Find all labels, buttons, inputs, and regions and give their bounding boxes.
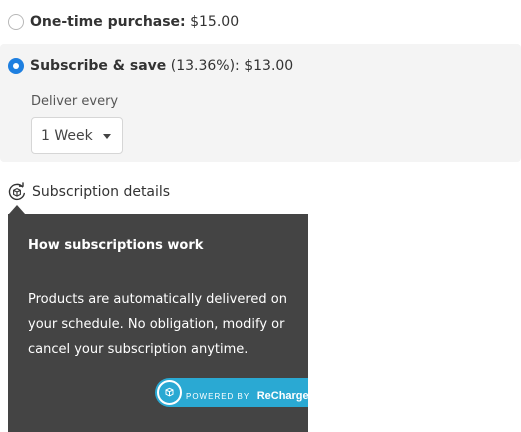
powered-by-text: POWERED BY xyxy=(186,392,251,401)
subscribe-radio[interactable] xyxy=(8,58,24,74)
tooltip-body: Products are automatically delivered on … xyxy=(28,292,287,357)
tooltip-title: How subscriptions work xyxy=(28,238,204,253)
one-time-radio[interactable] xyxy=(8,14,24,30)
delivery-frequency-select[interactable]: 1 Week xyxy=(31,117,123,154)
recharge-logo-icon xyxy=(157,380,182,405)
subscription-details-label: Subscription details xyxy=(32,184,171,200)
chevron-down-icon xyxy=(103,134,111,139)
subscribe-title: Subscribe & save xyxy=(30,58,167,74)
one-time-title: One-time purchase: xyxy=(30,14,186,30)
subscribe-discount: (13.36%): xyxy=(170,58,240,74)
one-time-price: $15.00 xyxy=(190,14,240,30)
subscription-widget: One-time purchase: $15.00 Subscribe & sa… xyxy=(0,0,521,432)
one-time-label[interactable]: One-time purchase: $15.00 xyxy=(30,14,239,30)
recharge-badge-text: POWERED BY ReCharge xyxy=(186,386,309,404)
recharge-brand-text: ReCharge xyxy=(256,390,309,402)
tooltip-arrow xyxy=(9,205,25,214)
subscribe-option[interactable]: Subscribe & save (13.36%): $13.00 xyxy=(0,54,521,78)
one-time-purchase-option[interactable]: One-time purchase: $15.00 xyxy=(0,0,521,44)
delivery-frequency-value: 1 Week xyxy=(41,128,93,144)
subscribe-label[interactable]: Subscribe & save (13.36%): $13.00 xyxy=(30,58,293,74)
subscription-tooltip: How subscriptions work Products are auto… xyxy=(8,214,309,432)
subscription-cycle-icon xyxy=(8,182,25,201)
deliver-every-label: Deliver every xyxy=(31,94,119,109)
subscribe-price: $13.00 xyxy=(244,58,294,74)
subscription-details-link[interactable]: Subscription details xyxy=(7,180,170,204)
subscribe-option-box: Subscribe & save (13.36%): $13.00 Delive… xyxy=(0,44,521,162)
recharge-badge[interactable]: POWERED BY ReCharge xyxy=(155,378,309,407)
